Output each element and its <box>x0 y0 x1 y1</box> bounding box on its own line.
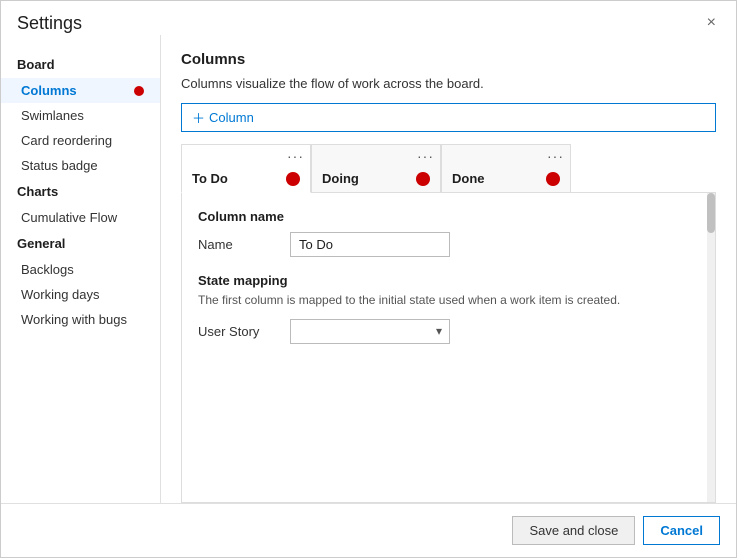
dialog-body: Board Columns Swimlanes Card reordering … <box>1 35 736 503</box>
col-tab-done-main: Done <box>442 167 570 192</box>
cancel-button[interactable]: Cancel <box>643 516 720 545</box>
sidebar-item-working-days[interactable]: Working days <box>1 282 160 307</box>
sidebar-item-working-with-bugs-label: Working with bugs <box>21 312 127 327</box>
scrollbar-thumb[interactable] <box>707 193 715 233</box>
sidebar-item-cumulative-flow-label: Cumulative Flow <box>21 210 117 225</box>
column-tab-todo[interactable]: ··· To Do <box>181 144 311 193</box>
sidebar-item-card-reordering[interactable]: Card reordering <box>1 128 160 153</box>
main-content: Columns Columns visualize the flow of wo… <box>161 35 736 503</box>
name-form-row: Name <box>198 232 691 257</box>
sidebar-item-backlogs-label: Backlogs <box>21 262 74 277</box>
scrollbar[interactable] <box>707 193 715 502</box>
col-tab-done-label: Done <box>452 171 485 186</box>
sidebar-item-charts[interactable]: Charts <box>1 178 160 205</box>
sidebar-item-status-badge-label: Status badge <box>21 158 98 173</box>
dialog-footer: Save and close Cancel <box>1 503 736 557</box>
sidebar-item-columns[interactable]: Columns <box>1 78 160 103</box>
sidebar: Board Columns Swimlanes Card reordering … <box>1 35 161 503</box>
sidebar-item-swimlanes-label: Swimlanes <box>21 108 84 123</box>
add-column-button[interactable]: ＋ Column <box>181 103 716 132</box>
add-column-label: Column <box>209 110 254 125</box>
col-tab-doing-top: ··· <box>312 145 440 167</box>
dialog-header: Settings × <box>1 1 736 35</box>
state-mapping-group: State mapping The first column is mapped… <box>198 273 691 344</box>
user-story-select[interactable]: Active New <box>290 319 450 344</box>
state-mapping-title: State mapping <box>198 273 691 288</box>
sidebar-item-status-badge[interactable]: Status badge <box>1 153 160 178</box>
user-story-dropdown-wrapper: Active New <box>290 319 450 344</box>
col-tab-done-top: ··· <box>442 145 570 167</box>
sidebar-item-working-with-bugs[interactable]: Working with bugs <box>1 307 160 332</box>
name-input[interactable] <box>290 232 450 257</box>
plus-icon: ＋ <box>192 108 205 127</box>
sidebar-item-columns-label: Columns <box>21 83 77 98</box>
sidebar-item-working-days-label: Working days <box>21 287 100 302</box>
panel-scroll: Column name Name State mapping The first… <box>182 193 707 502</box>
column-tab-done[interactable]: ··· Done <box>441 144 571 192</box>
col-tab-todo-menu-icon[interactable]: ··· <box>287 148 304 164</box>
col-tab-todo-main: To Do <box>182 167 310 192</box>
user-story-label: User Story <box>198 324 278 339</box>
col-tab-todo-error <box>286 172 300 186</box>
col-tab-doing-main: Doing <box>312 167 440 192</box>
columns-tabs: ··· To Do ··· Doing <box>181 144 716 193</box>
close-button[interactable]: × <box>703 11 720 35</box>
sidebar-item-general[interactable]: General <box>1 230 160 257</box>
column-tab-doing[interactable]: ··· Doing <box>311 144 441 192</box>
sidebar-item-card-reordering-label: Card reordering <box>21 133 112 148</box>
column-name-group: Column name Name <box>198 209 691 257</box>
col-tab-done-menu-icon[interactable]: ··· <box>547 148 564 164</box>
content-area: Columns Columns visualize the flow of wo… <box>161 35 736 503</box>
state-mapping-desc: The first column is mapped to the initia… <box>198 292 691 309</box>
col-tab-done-error <box>546 172 560 186</box>
sidebar-item-board[interactable]: Board <box>1 51 160 78</box>
col-tab-doing-menu-icon[interactable]: ··· <box>417 148 434 164</box>
sidebar-item-swimlanes[interactable]: Swimlanes <box>1 103 160 128</box>
user-story-row: User Story Active New <box>198 319 691 344</box>
col-tab-todo-label: To Do <box>192 171 228 186</box>
sidebar-item-backlogs[interactable]: Backlogs <box>1 257 160 282</box>
section-title: Columns <box>181 51 716 68</box>
name-label: Name <box>198 237 278 252</box>
section-desc: Columns visualize the flow of work acros… <box>181 76 716 91</box>
dialog-title: Settings <box>17 13 82 34</box>
col-tab-todo-top: ··· <box>182 145 310 167</box>
columns-error-indicator <box>134 86 144 96</box>
col-tab-doing-label: Doing <box>322 171 359 186</box>
col-tab-doing-error <box>416 172 430 186</box>
sidebar-item-cumulative-flow[interactable]: Cumulative Flow <box>1 205 160 230</box>
column-name-title: Column name <box>198 209 691 224</box>
save-and-close-button[interactable]: Save and close <box>512 516 635 545</box>
